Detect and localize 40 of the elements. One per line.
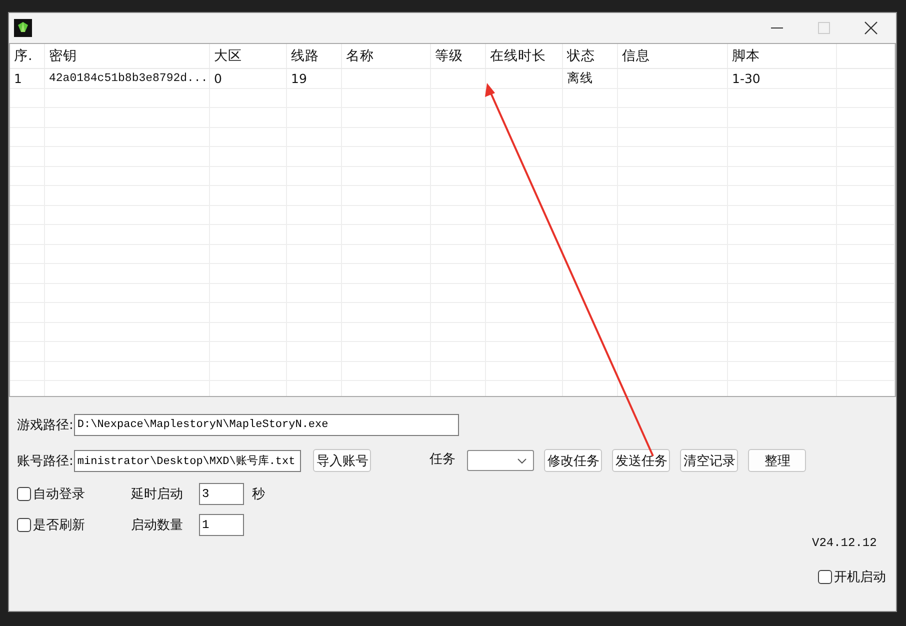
task-dropdown[interactable]	[467, 450, 534, 471]
column-header[interactable]: 名称	[346, 47, 374, 65]
field-label: 任务	[429, 450, 456, 468]
task-button[interactable]: 发送任务	[612, 449, 670, 472]
column-header[interactable]: 状态	[567, 47, 595, 65]
close-icon[interactable]	[864, 21, 878, 35]
version-label: V24.12.12	[812, 536, 877, 550]
column-header[interactable]: 脚本	[732, 47, 760, 65]
table-cell: 0	[214, 70, 222, 86]
table-cell: 42a0184c51b8b3e8792d...	[49, 72, 208, 85]
field-label: 延时启动	[131, 486, 184, 503]
column-header[interactable]: 在线时长	[490, 47, 546, 65]
field-label: 账号路径:	[17, 452, 74, 470]
field-label: 启动数量	[131, 517, 184, 534]
column-header[interactable]: 大区	[214, 47, 242, 65]
table-cell: 1	[14, 70, 22, 86]
chevron-down-icon	[517, 458, 528, 464]
launch-count-field[interactable]: 1	[199, 514, 244, 536]
task-button[interactable]: 修改任务	[544, 449, 602, 472]
account-path-field[interactable]: ministrator\Desktop\MXD\账号库.txt	[74, 450, 302, 472]
refresh-checkbox[interactable]: 是否刷新	[17, 516, 115, 534]
task-button[interactable]: 清空记录	[680, 449, 738, 472]
table-cell: 19	[291, 70, 307, 86]
game-path-field[interactable]: D:\Nexpace\MaplestoryN\MapleStoryN.exe	[74, 414, 460, 436]
maximize-icon	[818, 22, 830, 34]
column-header[interactable]: 线路	[291, 47, 319, 65]
column-header[interactable]: 序.	[14, 47, 32, 65]
auto-login-checkbox[interactable]: 自动登录	[17, 485, 115, 503]
unit-label: 秒	[252, 486, 265, 503]
column-header[interactable]: 信息	[622, 47, 650, 65]
startup-checkbox[interactable]: 开机启动	[818, 568, 886, 586]
table-cell: 离线	[567, 70, 593, 87]
task-button[interactable]: 整理	[748, 449, 806, 472]
column-header[interactable]: 密钥	[49, 47, 77, 65]
table-cell: 1-30	[732, 70, 760, 86]
delay-field[interactable]: 3	[199, 483, 244, 505]
import-button[interactable]: 导入账号	[313, 449, 372, 472]
field-label: 游戏路径:	[17, 417, 74, 434]
column-header[interactable]: 等级	[435, 47, 463, 65]
gem-icon	[14, 19, 32, 37]
